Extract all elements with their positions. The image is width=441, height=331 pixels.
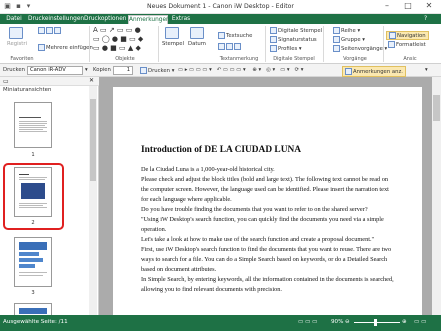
anmerkungen-anzeigen-button[interactable]: Anmerkungen anz. xyxy=(342,66,406,77)
page-thumbnail-1[interactable] xyxy=(14,102,52,148)
page-thumbnail-3[interactable] xyxy=(14,237,52,287)
drucken-label: Drucken xyxy=(3,67,26,73)
doc-line: operation. xyxy=(141,226,167,233)
objects-row-1[interactable]: A ▭ ↗ ▭ ▭ ● xyxy=(93,26,141,34)
zoom-slider[interactable] xyxy=(354,322,400,323)
maximize-button[interactable]: □ xyxy=(399,0,417,13)
add-multiple-button[interactable]: Mehrere einfügen xyxy=(38,44,93,51)
datum-button[interactable]: Datum xyxy=(188,41,206,47)
doc-line: for each language where applicable. xyxy=(141,196,232,203)
seitenvorgaenge-button[interactable]: Seitenvorgänge ▾ xyxy=(333,45,387,52)
thumbnail-image-3d xyxy=(19,264,35,268)
ribbon: Registri Mehrere einfügen Favoriten A ▭ … xyxy=(0,24,441,64)
doc-line: Please check and adjust the block titles… xyxy=(141,176,389,183)
doc-line: the computer screen. However, the langua… xyxy=(141,186,389,193)
print-toolbar: Drucken Canon iR-ADV ▾ Kopien 1 Drucken … xyxy=(0,64,441,77)
gruppe-button[interactable]: Gruppe ▾ xyxy=(333,36,365,43)
register-button[interactable]: Registri xyxy=(7,41,27,47)
tab-extras[interactable]: Extras xyxy=(170,15,192,24)
objects-row-3[interactable]: ▭ ● ■ ▭ ▲ ◆ xyxy=(93,44,141,52)
navigation-button[interactable]: Navigation xyxy=(386,31,429,40)
ribbon-tabs: Datei Druckeinstellungen Druckoptionen A… xyxy=(0,14,441,24)
zoom-level: 90% xyxy=(331,319,344,325)
page-number-3: 3 xyxy=(31,290,35,296)
toolbar-more-icon[interactable]: ▾ xyxy=(425,67,428,73)
copies-input[interactable]: 1 xyxy=(113,66,133,75)
fit-icons[interactable]: ▭ ▭ xyxy=(414,319,426,325)
page-number-1: 1 xyxy=(31,152,35,158)
group-vorgaenge: Vorgänge xyxy=(343,56,367,62)
register-icon[interactable] xyxy=(9,27,23,39)
doc-line: ways to search for a file. You can do a … xyxy=(141,256,388,263)
panel-pin-icon[interactable]: ▭ xyxy=(3,78,9,85)
group-favoriten: Favoriten xyxy=(10,56,34,62)
minimize-button[interactable]: – xyxy=(378,0,396,13)
page-number-2: 2 xyxy=(31,220,35,226)
favorite-icon-1[interactable] xyxy=(38,27,62,34)
view-mode-icons[interactable]: ▭ ▭ ▭ xyxy=(298,319,317,325)
profiles-button[interactable]: Profiles ▾ xyxy=(270,45,302,52)
tab-datei[interactable]: Datei xyxy=(4,15,24,24)
document-area: Introduction of DE LA CIUDAD LUNA De la … xyxy=(99,77,441,315)
formatleist-button[interactable]: Formatleist xyxy=(388,41,426,48)
doc-line: "Using iW Desktop's search function, you… xyxy=(141,216,384,223)
printer-dropdown-icon[interactable]: ▾ xyxy=(85,67,88,73)
doc-line: allowing you to find relevant documents … xyxy=(141,286,282,293)
thumbnail-image-3b xyxy=(19,252,39,256)
zoom-out-button[interactable]: ⊖ xyxy=(345,319,350,325)
doc-line: Let's take a look at how to make use of … xyxy=(141,236,375,243)
doc-line: First, use iW Desktop's search function … xyxy=(141,246,392,253)
thumbnail-image-3a xyxy=(19,242,47,250)
document-scrollbar-thumb[interactable] xyxy=(433,95,440,121)
help-icon[interactable]: ? xyxy=(424,15,427,22)
kopien-label: Kopien xyxy=(93,67,111,73)
thumbnail-image-3c xyxy=(19,258,43,262)
panel-close-icon[interactable]: ✕ xyxy=(89,77,94,84)
group-textanmerkung: Textanmerkung xyxy=(219,56,259,62)
tab-druckeinstellungen[interactable]: Druckeinstellungen xyxy=(28,15,84,24)
printer-select[interactable]: Canon iR-ADV xyxy=(27,66,83,75)
textsuche-button[interactable]: Textsuche xyxy=(218,32,252,39)
print-button[interactable]: Drucken ▾ xyxy=(140,67,174,74)
selected-page-status: Ausgewählte Seite: /11 xyxy=(3,319,68,325)
text-tools[interactable] xyxy=(218,43,242,50)
toolbar-icons[interactable]: ▭ ▸ ▭ ▭ ▭ ▾ ↶ ▭ ▭ ▭ ▾ ⊕ ▾ ◎ ▾ ▭ ▾ ⟳ ▾ xyxy=(178,67,303,73)
thumbnail-panel: ▭ ✕ Miniaturansichten 1 2 3 xyxy=(0,77,99,315)
group-ansicht: Ansic xyxy=(403,56,417,62)
page-thumbnail-2[interactable] xyxy=(14,167,52,217)
reihe-button[interactable]: Reihe ▾ xyxy=(333,27,360,34)
tab-druckoptionen[interactable]: Druckoptionen xyxy=(84,15,126,24)
document-heading: Introduction of DE LA CIUDAD LUNA xyxy=(141,145,302,155)
doc-line: De la Ciudad Luna is a 1,000-year-old hi… xyxy=(141,166,275,173)
document-page[interactable]: Introduction of DE LA CIUDAD LUNA De la … xyxy=(113,87,422,315)
group-objekte: Objekte xyxy=(115,56,135,62)
objects-row-2[interactable]: ▭ ◯ ● ■ ▭ ◆ xyxy=(93,35,143,43)
thumbnail-image-4 xyxy=(19,308,47,314)
page-thumbnail-4[interactable] xyxy=(14,303,52,315)
zoom-in-button[interactable]: ⊕ xyxy=(402,319,407,325)
date-icon[interactable] xyxy=(190,27,204,39)
zoom-slider-thumb[interactable] xyxy=(374,319,377,326)
tab-anmerkungen[interactable]: Anmerkungen xyxy=(128,15,170,24)
stempel-button[interactable]: Stempel xyxy=(162,41,184,47)
doc-line: based on document attributes. xyxy=(141,266,217,273)
doc-line: Do you have trouble finding the document… xyxy=(141,206,368,213)
doc-line: In Simple Search, by entering keywords, … xyxy=(141,276,394,283)
close-button[interactable]: ✕ xyxy=(420,0,438,13)
signaturstatus-button[interactable]: Signaturstatus xyxy=(270,36,317,43)
title-bar: ▣ ▪ ▾ Neues Dokument 1 - Canon iW Deskto… xyxy=(0,0,441,14)
window-title: Neues Dokument 1 - Canon iW Desktop - Ed… xyxy=(147,3,294,10)
status-bar: Ausgewählte Seite: /11 ▭ ▭ ▭ 90% ⊖ ⊕ ▭ ▭ xyxy=(0,315,441,331)
group-digitale-stempel: Digitale Stempel xyxy=(273,56,315,62)
thumbnail-scrollbar-thumb[interactable] xyxy=(90,99,96,181)
thumbnail-image-2 xyxy=(21,183,45,199)
digitale-stempel-button[interactable]: Digitale Stempel xyxy=(270,27,322,34)
stamp-icon[interactable] xyxy=(165,27,179,39)
panel-title: Miniaturansichten xyxy=(3,87,52,93)
